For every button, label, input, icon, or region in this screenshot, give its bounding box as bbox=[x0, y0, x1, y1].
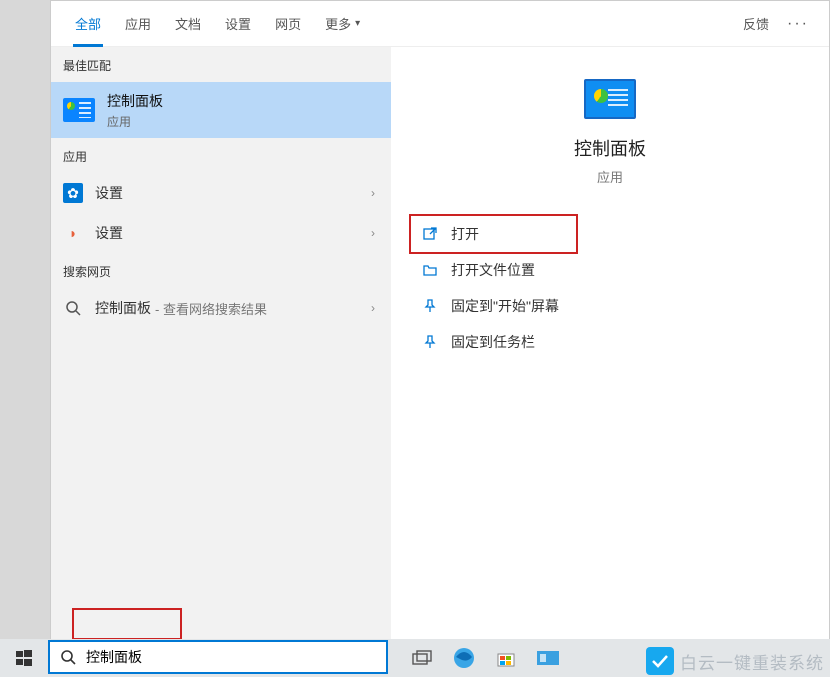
action-open-location[interactable]: 打开文件位置 bbox=[411, 252, 829, 288]
app-icon[interactable] bbox=[536, 646, 560, 670]
chevron-right-icon: › bbox=[371, 226, 375, 240]
tabs-bar: 全部 应用 文档 设置 网页 更多 ▾ 反馈 ··· bbox=[51, 1, 829, 47]
taskbar bbox=[0, 639, 830, 677]
taskbar-search[interactable] bbox=[48, 640, 388, 674]
search-window: 全部 应用 文档 设置 网页 更多 ▾ 反馈 ··· 最佳匹配 控制面板 应用 … bbox=[50, 0, 830, 640]
open-icon bbox=[421, 225, 439, 243]
tab-settings[interactable]: 设置 bbox=[213, 1, 263, 47]
edge-icon[interactable] bbox=[452, 646, 476, 670]
action-label: 打开 bbox=[451, 224, 479, 244]
details-panel: 控制面板 应用 打开 打开文件位置 bbox=[391, 47, 829, 639]
result-settings-2[interactable]: ◗ 设置 › bbox=[51, 213, 391, 253]
action-label: 固定到"开始"屏幕 bbox=[451, 296, 559, 316]
tab-all[interactable]: 全部 bbox=[63, 1, 113, 47]
windows-icon bbox=[16, 650, 32, 666]
action-open[interactable]: 打开 bbox=[411, 216, 576, 252]
result-control-panel[interactable]: 控制面板 应用 bbox=[51, 82, 391, 138]
result-subtitle: 应用 bbox=[107, 113, 163, 130]
search-icon bbox=[63, 298, 83, 318]
tab-more-label: 更多 bbox=[325, 14, 351, 33]
details-subtitle: 应用 bbox=[597, 167, 623, 186]
feedback-link[interactable]: 反馈 bbox=[733, 14, 779, 33]
store-icon[interactable] bbox=[494, 646, 518, 670]
pin-icon bbox=[421, 333, 439, 351]
details-title: 控制面板 bbox=[574, 135, 646, 161]
chevron-right-icon: › bbox=[371, 301, 375, 315]
more-options-icon[interactable]: ··· bbox=[779, 15, 817, 33]
gear-icon: ✿ bbox=[63, 183, 83, 203]
tab-docs[interactable]: 文档 bbox=[163, 1, 213, 47]
result-title: 控制面板 bbox=[107, 91, 163, 111]
search-icon bbox=[60, 649, 76, 665]
list-item-label: 设置 bbox=[95, 223, 123, 243]
tab-apps[interactable]: 应用 bbox=[113, 1, 163, 47]
control-panel-icon bbox=[584, 79, 636, 119]
chevron-right-icon: › bbox=[371, 186, 375, 200]
pin-icon bbox=[421, 297, 439, 315]
task-view-icon[interactable] bbox=[410, 646, 434, 670]
control-panel-icon bbox=[63, 98, 95, 122]
folder-icon bbox=[421, 261, 439, 279]
list-item-label: 设置 bbox=[95, 183, 123, 203]
web-header: 搜索网页 bbox=[51, 253, 391, 288]
start-button[interactable] bbox=[0, 639, 48, 677]
action-pin-taskbar[interactable]: 固定到任务栏 bbox=[411, 324, 829, 360]
list-item-label: 控制面板 bbox=[95, 298, 151, 318]
apps-header: 应用 bbox=[51, 138, 391, 173]
results-panel: 最佳匹配 控制面板 应用 应用 ✿ 设置 › ◗ 设置 › 搜索网页 bbox=[51, 47, 391, 639]
search-input[interactable] bbox=[86, 649, 376, 665]
gear-icon: ◗ bbox=[63, 223, 83, 243]
action-label: 打开文件位置 bbox=[451, 260, 535, 280]
result-web-search[interactable]: 控制面板 - 查看网络搜索结果 › bbox=[51, 288, 391, 328]
best-match-header: 最佳匹配 bbox=[51, 47, 391, 82]
chevron-down-icon: ▾ bbox=[355, 18, 360, 29]
tab-web[interactable]: 网页 bbox=[263, 1, 313, 47]
action-label: 固定到任务栏 bbox=[451, 332, 535, 352]
result-settings-1[interactable]: ✿ 设置 › bbox=[51, 173, 391, 213]
list-item-suffix: - 查看网络搜索结果 bbox=[155, 299, 267, 318]
action-pin-start[interactable]: 固定到"开始"屏幕 bbox=[411, 288, 829, 324]
tab-more[interactable]: 更多 ▾ bbox=[313, 1, 372, 47]
